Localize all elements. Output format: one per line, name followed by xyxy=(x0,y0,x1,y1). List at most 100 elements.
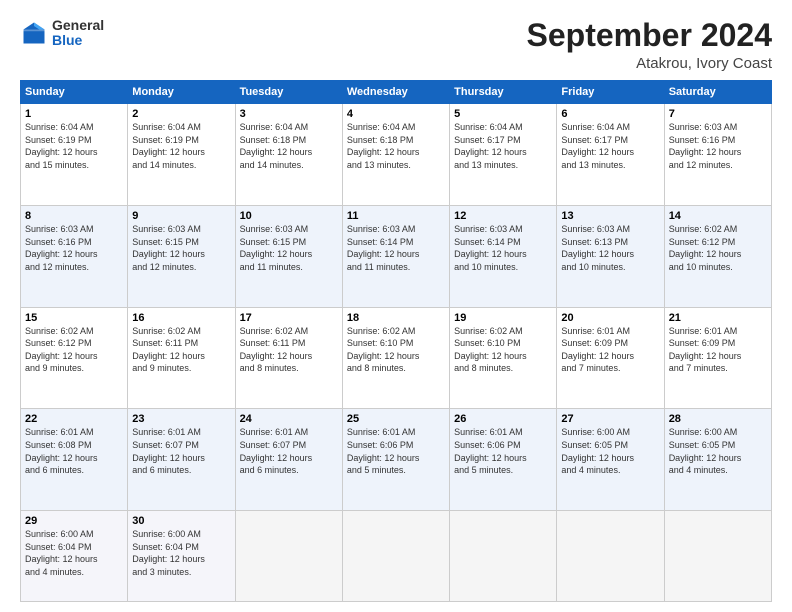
logo-text: General Blue xyxy=(52,18,104,49)
day-info: Sunrise: 6:03 AM Sunset: 6:14 PM Dayligh… xyxy=(347,223,445,273)
day-number: 28 xyxy=(669,413,767,425)
day-info: Sunrise: 6:03 AM Sunset: 6:15 PM Dayligh… xyxy=(240,223,338,273)
table-row: 14Sunrise: 6:02 AM Sunset: 6:12 PM Dayli… xyxy=(664,205,771,307)
day-number: 29 xyxy=(25,515,123,527)
logo-icon xyxy=(20,19,48,47)
calendar-week-row: 22Sunrise: 6:01 AM Sunset: 6:08 PM Dayli… xyxy=(21,409,772,511)
table-row: 22Sunrise: 6:01 AM Sunset: 6:08 PM Dayli… xyxy=(21,409,128,511)
day-number: 5 xyxy=(454,108,552,120)
table-row: 19Sunrise: 6:02 AM Sunset: 6:10 PM Dayli… xyxy=(450,307,557,409)
day-number: 17 xyxy=(240,312,338,324)
day-info: Sunrise: 6:04 AM Sunset: 6:17 PM Dayligh… xyxy=(454,121,552,171)
table-row: 12Sunrise: 6:03 AM Sunset: 6:14 PM Dayli… xyxy=(450,205,557,307)
day-number: 18 xyxy=(347,312,445,324)
day-info: Sunrise: 6:01 AM Sunset: 6:06 PM Dayligh… xyxy=(347,426,445,476)
table-row: 11Sunrise: 6:03 AM Sunset: 6:14 PM Dayli… xyxy=(342,205,449,307)
table-row: 10Sunrise: 6:03 AM Sunset: 6:15 PM Dayli… xyxy=(235,205,342,307)
col-sunday: Sunday xyxy=(21,81,128,104)
table-row: 25Sunrise: 6:01 AM Sunset: 6:06 PM Dayli… xyxy=(342,409,449,511)
table-row: 2Sunrise: 6:04 AM Sunset: 6:19 PM Daylig… xyxy=(128,104,235,206)
day-info: Sunrise: 6:02 AM Sunset: 6:10 PM Dayligh… xyxy=(454,325,552,375)
day-number: 21 xyxy=(669,312,767,324)
logo-general-text: General xyxy=(52,18,104,33)
day-number: 4 xyxy=(347,108,445,120)
day-info: Sunrise: 6:04 AM Sunset: 6:19 PM Dayligh… xyxy=(25,121,123,171)
day-number: 25 xyxy=(347,413,445,425)
day-info: Sunrise: 6:01 AM Sunset: 6:07 PM Dayligh… xyxy=(132,426,230,476)
logo: General Blue xyxy=(20,18,104,49)
day-number: 8 xyxy=(25,210,123,222)
calendar-week-row: 8Sunrise: 6:03 AM Sunset: 6:16 PM Daylig… xyxy=(21,205,772,307)
table-row: 18Sunrise: 6:02 AM Sunset: 6:10 PM Dayli… xyxy=(342,307,449,409)
table-row: 21Sunrise: 6:01 AM Sunset: 6:09 PM Dayli… xyxy=(664,307,771,409)
table-row xyxy=(664,511,771,602)
table-row: 13Sunrise: 6:03 AM Sunset: 6:13 PM Dayli… xyxy=(557,205,664,307)
day-number: 19 xyxy=(454,312,552,324)
day-info: Sunrise: 6:03 AM Sunset: 6:16 PM Dayligh… xyxy=(25,223,123,273)
table-row: 20Sunrise: 6:01 AM Sunset: 6:09 PM Dayli… xyxy=(557,307,664,409)
day-info: Sunrise: 6:01 AM Sunset: 6:07 PM Dayligh… xyxy=(240,426,338,476)
day-number: 15 xyxy=(25,312,123,324)
day-number: 23 xyxy=(132,413,230,425)
day-info: Sunrise: 6:03 AM Sunset: 6:16 PM Dayligh… xyxy=(669,121,767,171)
col-thursday: Thursday xyxy=(450,81,557,104)
day-info: Sunrise: 6:04 AM Sunset: 6:17 PM Dayligh… xyxy=(561,121,659,171)
day-number: 20 xyxy=(561,312,659,324)
table-row: 9Sunrise: 6:03 AM Sunset: 6:15 PM Daylig… xyxy=(128,205,235,307)
logo-blue-text: Blue xyxy=(52,33,104,48)
day-number: 1 xyxy=(25,108,123,120)
day-info: Sunrise: 6:03 AM Sunset: 6:15 PM Dayligh… xyxy=(132,223,230,273)
day-info: Sunrise: 6:03 AM Sunset: 6:14 PM Dayligh… xyxy=(454,223,552,273)
day-info: Sunrise: 6:04 AM Sunset: 6:18 PM Dayligh… xyxy=(347,121,445,171)
table-row: 27Sunrise: 6:00 AM Sunset: 6:05 PM Dayli… xyxy=(557,409,664,511)
table-row: 16Sunrise: 6:02 AM Sunset: 6:11 PM Dayli… xyxy=(128,307,235,409)
day-info: Sunrise: 6:01 AM Sunset: 6:06 PM Dayligh… xyxy=(454,426,552,476)
calendar-week-row: 15Sunrise: 6:02 AM Sunset: 6:12 PM Dayli… xyxy=(21,307,772,409)
table-row: 7Sunrise: 6:03 AM Sunset: 6:16 PM Daylig… xyxy=(664,104,771,206)
table-row xyxy=(450,511,557,602)
day-number: 30 xyxy=(132,515,230,527)
day-info: Sunrise: 6:02 AM Sunset: 6:11 PM Dayligh… xyxy=(132,325,230,375)
day-info: Sunrise: 6:00 AM Sunset: 6:05 PM Dayligh… xyxy=(669,426,767,476)
day-number: 16 xyxy=(132,312,230,324)
day-number: 13 xyxy=(561,210,659,222)
table-row: 23Sunrise: 6:01 AM Sunset: 6:07 PM Dayli… xyxy=(128,409,235,511)
table-row: 29Sunrise: 6:00 AM Sunset: 6:04 PM Dayli… xyxy=(21,511,128,602)
col-monday: Monday xyxy=(128,81,235,104)
day-number: 26 xyxy=(454,413,552,425)
day-info: Sunrise: 6:01 AM Sunset: 6:08 PM Dayligh… xyxy=(25,426,123,476)
table-row xyxy=(557,511,664,602)
day-info: Sunrise: 6:01 AM Sunset: 6:09 PM Dayligh… xyxy=(669,325,767,375)
calendar-header-row: Sunday Monday Tuesday Wednesday Thursday… xyxy=(21,81,772,104)
table-row: 30Sunrise: 6:00 AM Sunset: 6:04 PM Dayli… xyxy=(128,511,235,602)
day-info: Sunrise: 6:02 AM Sunset: 6:12 PM Dayligh… xyxy=(25,325,123,375)
day-number: 9 xyxy=(132,210,230,222)
day-number: 24 xyxy=(240,413,338,425)
day-info: Sunrise: 6:02 AM Sunset: 6:11 PM Dayligh… xyxy=(240,325,338,375)
day-info: Sunrise: 6:01 AM Sunset: 6:09 PM Dayligh… xyxy=(561,325,659,375)
header: General Blue September 2024 Atakrou, Ivo… xyxy=(20,18,772,72)
day-info: Sunrise: 6:00 AM Sunset: 6:04 PM Dayligh… xyxy=(132,528,230,578)
table-row xyxy=(342,511,449,602)
page: General Blue September 2024 Atakrou, Ivo… xyxy=(0,0,792,612)
day-info: Sunrise: 6:04 AM Sunset: 6:19 PM Dayligh… xyxy=(132,121,230,171)
calendar-table: Sunday Monday Tuesday Wednesday Thursday… xyxy=(20,80,772,602)
col-saturday: Saturday xyxy=(664,81,771,104)
day-number: 12 xyxy=(454,210,552,222)
day-info: Sunrise: 6:00 AM Sunset: 6:05 PM Dayligh… xyxy=(561,426,659,476)
day-number: 10 xyxy=(240,210,338,222)
table-row: 26Sunrise: 6:01 AM Sunset: 6:06 PM Dayli… xyxy=(450,409,557,511)
table-row: 28Sunrise: 6:00 AM Sunset: 6:05 PM Dayli… xyxy=(664,409,771,511)
table-row: 24Sunrise: 6:01 AM Sunset: 6:07 PM Dayli… xyxy=(235,409,342,511)
day-number: 2 xyxy=(132,108,230,120)
day-info: Sunrise: 6:03 AM Sunset: 6:13 PM Dayligh… xyxy=(561,223,659,273)
calendar-week-row: 29 Sunrise: 6:00 AM Sunset: 6:04 PM Dayli… xyxy=(21,511,772,602)
table-row: 15Sunrise: 6:02 AM Sunset: 6:12 PM Dayli… xyxy=(21,307,128,409)
day-number: 22 xyxy=(25,413,123,425)
table-row: 17Sunrise: 6:02 AM Sunset: 6:11 PM Dayli… xyxy=(235,307,342,409)
calendar-week-row: 1Sunrise: 6:04 AM Sunset: 6:19 PM Daylig… xyxy=(21,104,772,206)
day-number: 3 xyxy=(240,108,338,120)
table-row: 1Sunrise: 6:04 AM Sunset: 6:19 PM Daylig… xyxy=(21,104,128,206)
table-row xyxy=(235,511,342,602)
table-row: 3Sunrise: 6:04 AM Sunset: 6:18 PM Daylig… xyxy=(235,104,342,206)
